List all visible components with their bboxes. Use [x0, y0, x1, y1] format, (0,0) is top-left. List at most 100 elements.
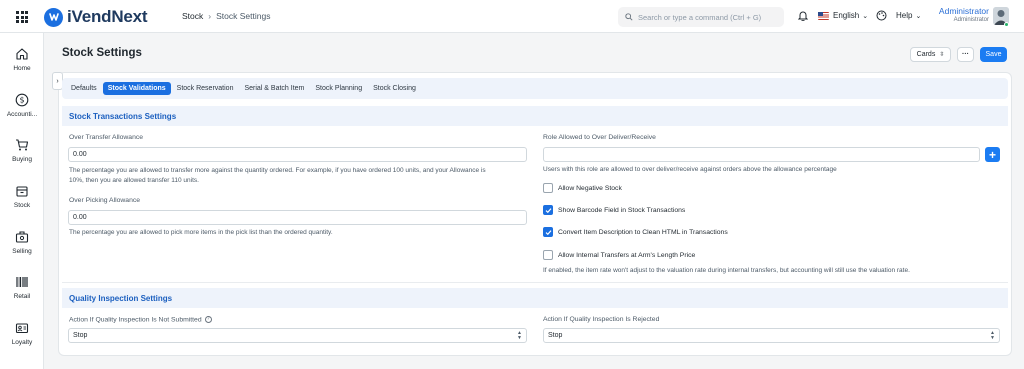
qi-not-submitted-select[interactable]: Stop ▲ ▼ — [68, 328, 527, 343]
id-card-icon — [15, 323, 29, 334]
over-transfer-label: Over Transfer Allowance — [69, 134, 144, 141]
tab-stock-closing[interactable]: Stock Closing — [368, 82, 421, 95]
logo-mark-icon — [44, 7, 63, 27]
allow-internal-transfers-checkbox[interactable]: Allow Internal Transfers at Arm's Length… — [543, 250, 695, 260]
sidebar-item-retail[interactable]: Retail — [0, 275, 44, 300]
chevron-down-icon: ⌄ — [862, 12, 869, 20]
sidebar-item-label: Stock — [13, 202, 31, 209]
plus-icon: + — [988, 147, 996, 162]
user-name: Administrator — [938, 6, 989, 16]
app-name: iVendNext — [67, 7, 148, 26]
more-actions-button[interactable]: ··· — [957, 47, 974, 62]
pos-icon — [15, 231, 29, 243]
convert-description-html-checkbox[interactable]: Convert Item Description to Clean HTML i… — [543, 227, 728, 237]
checkbox-label: Convert Item Description to Clean HTML i… — [558, 228, 728, 236]
search-placeholder: Search or type a command (Ctrl + G) — [638, 12, 762, 22]
section-stock-transactions-title[interactable]: Stock Transactions Settings — [62, 106, 1008, 126]
over-transfer-desc-line1: The percentage you are allowed to transf… — [69, 167, 486, 174]
search-input[interactable]: Search or type a command (Ctrl + G) — [618, 7, 784, 27]
section-divider — [62, 282, 1008, 283]
over-transfer-allowance-input[interactable]: 0.00 — [68, 147, 527, 162]
sidebar: Home $ Accounti... Buying Stock Selling … — [0, 33, 44, 369]
sidebar-item-accounting[interactable]: $ Accounti... — [0, 93, 44, 118]
breadcrumb-current[interactable]: Stock Settings — [216, 11, 270, 21]
show-barcode-field-checkbox[interactable]: Show Barcode Field in Stock Transactions — [543, 205, 685, 215]
qi-not-submitted-label: Action If Quality Inspection Is Not Subm… — [69, 316, 202, 324]
sidebar-item-home[interactable]: Home — [0, 47, 44, 72]
tab-stock-reservation[interactable]: Stock Reservation — [172, 82, 239, 95]
sidebar-item-buying[interactable]: Buying — [0, 138, 44, 163]
online-status-indicator — [1004, 22, 1009, 27]
breadcrumb: Stock › Stock Settings — [182, 11, 270, 21]
over-picking-allowance-input[interactable]: 0.00 — [68, 210, 527, 225]
form-tabs: Defaults Stock Validations Stock Reserva… — [62, 78, 1008, 99]
over-transfer-description: The percentage you are allowed to transf… — [69, 166, 529, 186]
checkbox-label: Show Barcode Field in Stock Transactions — [558, 206, 686, 214]
user-role: Administrator — [953, 17, 989, 23]
select-value: Stop — [548, 332, 563, 339]
sidebar-item-label: Retail — [13, 293, 31, 300]
sidebar-item-label: Buying — [12, 156, 32, 163]
sidebar-item-selling[interactable]: Selling — [0, 230, 44, 255]
role-over-deliver-label: Role Allowed to Over Deliver/Receive — [543, 134, 656, 141]
up-down-chevron-icon: ▲ ▼ — [990, 330, 995, 341]
over-picking-description: The percentage you are allowed to pick m… — [69, 229, 333, 236]
role-over-deliver-input[interactable] — [543, 147, 980, 162]
chevron-down-icon: ⌄ — [915, 12, 922, 20]
cards-dropdown-button[interactable]: Cards ⇳ — [910, 47, 951, 62]
sidebar-item-stock[interactable]: Stock — [0, 184, 44, 209]
internal-transfer-description: If enabled, the item rate won't adjust t… — [543, 267, 910, 274]
over-transfer-desc-line2: 10%, then you are allowed transfer 110 u… — [69, 177, 199, 184]
breadcrumb-separator-icon: › — [208, 11, 212, 21]
checkbox-checked-icon — [543, 227, 553, 237]
tab-stock-planning[interactable]: Stock Planning — [310, 82, 367, 95]
language-selector[interactable]: English ⌄ — [818, 11, 868, 20]
top-navbar: iVendNext Stock › Stock Settings Search … — [0, 0, 1024, 33]
sidebar-item-label: Home — [13, 65, 31, 72]
breadcrumb-parent[interactable]: Stock — [182, 11, 203, 21]
save-button[interactable]: Save — [980, 47, 1007, 62]
checkbox-unchecked-icon — [543, 183, 553, 193]
theme-palette-icon[interactable] — [876, 10, 887, 23]
notification-bell-icon[interactable] — [797, 10, 809, 23]
qi-not-submitted-label-row: Action If Quality Inspection Is Not Subm… — [69, 316, 212, 323]
section-quality-inspection-title[interactable]: Quality Inspection Settings — [62, 288, 1008, 308]
sidebar-item-label: Accounti... — [6, 111, 38, 118]
help-question-icon[interactable]: ? — [204, 316, 212, 323]
user-menu[interactable]: Administrator Administrator — [930, 6, 989, 23]
svg-text:$: $ — [19, 96, 24, 105]
checkbox-label: Allow Internal Transfers at Arm's Length… — [558, 251, 696, 259]
checkbox-checked-icon — [543, 205, 553, 215]
us-flag-icon — [818, 11, 829, 20]
barcode-icon — [16, 277, 28, 287]
checkbox-label: Allow Negative Stock — [558, 184, 622, 192]
sidebar-item-label: Selling — [12, 248, 32, 255]
app-grid-icon[interactable] — [16, 11, 28, 23]
dollar-icon: $ — [15, 93, 29, 107]
add-role-button[interactable]: + — [985, 147, 1000, 162]
up-down-chevron-icon: ⇳ — [939, 52, 945, 58]
help-label: Help — [896, 11, 913, 20]
cards-label: Cards — [916, 51, 936, 58]
box-icon — [16, 186, 28, 197]
cart-icon — [16, 139, 29, 151]
up-down-chevron-icon: ▲ ▼ — [517, 330, 522, 341]
tab-defaults[interactable]: Defaults — [66, 82, 102, 95]
home-icon — [16, 48, 28, 60]
search-icon — [625, 13, 633, 21]
sidebar-item-loyalty[interactable]: Loyalty — [0, 321, 44, 346]
role-over-deliver-description: Users with this role are allowed to over… — [543, 166, 837, 173]
tab-stock-validations[interactable]: Stock Validations — [102, 82, 171, 95]
app-logo[interactable]: iVendNext — [44, 7, 148, 27]
page-title: Stock Settings — [62, 47, 142, 59]
allow-negative-stock-checkbox[interactable]: Allow Negative Stock — [543, 183, 622, 193]
qi-rejected-select[interactable]: Stop ▲ ▼ — [543, 328, 1000, 343]
tab-serial-batch-item[interactable]: Serial & Batch Item — [239, 82, 309, 95]
sidebar-item-label: Loyalty — [11, 339, 33, 346]
help-menu[interactable]: Help ⌄ — [896, 11, 921, 20]
chevron-right-icon: › — [56, 77, 59, 85]
qi-rejected-label: Action If Quality Inspection Is Rejected — [543, 316, 660, 323]
checkbox-unchecked-icon — [543, 250, 553, 260]
over-picking-label: Over Picking Allowance — [69, 197, 141, 204]
language-label: English — [833, 11, 860, 20]
